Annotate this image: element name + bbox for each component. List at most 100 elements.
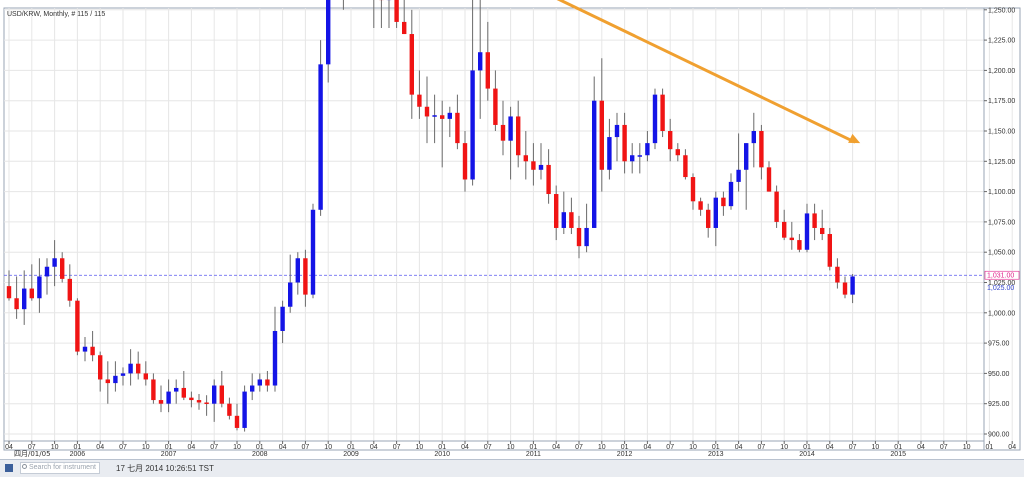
search-icon[interactable] [22,464,27,469]
x-tick-label: 07 [119,444,127,451]
candle-body [531,161,536,170]
candle-body [424,106,430,117]
candle-body [736,169,741,182]
candle-body [820,227,825,235]
candle-body [310,209,316,295]
y-tick-label: 1,225.00 [988,38,1015,45]
chart-area[interactable]: 900.00 925.00 950.00 975.00 1,000.00 1,025.00… [0,0,1024,477]
candle-body [204,402,209,404]
candle-body [447,112,452,119]
y-tick-label: 1,250.00 [988,7,1015,14]
x-tick-label: 10 [780,444,788,451]
x-tick-label: 07 [666,444,674,451]
candle-body [759,131,764,168]
current-price-label: 1,031.00 [987,273,1014,280]
candle-body [75,300,80,352]
x-tick-label: 04 [188,444,196,451]
candle-body [52,258,57,267]
candle-body [804,213,810,250]
y-tick-label: 975.00 [988,341,1010,348]
candle [242,385,247,432]
candle-body [827,234,832,267]
candle-body [751,131,756,144]
x-tick-label: 04 [370,444,378,451]
candlestick-chart[interactable]: 900.00 925.00 950.00 975.00 1,000.00 1,025.00… [0,0,1024,477]
candle-body [797,240,802,250]
candle-body [288,282,293,307]
candle-body [29,288,34,299]
x-tick-label: 01 [530,444,538,451]
candle [827,227,832,271]
x-year-label: 2010 [434,451,450,458]
candle-body [250,385,255,392]
x-tick-label: 07 [849,444,857,451]
candle-body [295,258,300,283]
candle-body [219,385,224,404]
candle-body [599,100,604,170]
candle-body [303,258,308,295]
candle-body [721,197,726,207]
x-tick-label: 10 [598,444,606,451]
candle-body [227,403,232,416]
x-tick-label: 01 [986,444,994,451]
candle-body [561,212,566,228]
candle-body [128,363,133,374]
candle-body [265,379,270,386]
panel-square-icon[interactable] [5,464,13,472]
x-tick-label: 01 [165,444,173,451]
candle-body [6,286,12,299]
candle-body [698,201,703,210]
candle-body [516,116,521,156]
candle-body [234,415,240,428]
candle-body [470,70,475,180]
candle [660,88,665,138]
candle-body [394,0,399,22]
candle-body [812,213,817,228]
candle-body [44,266,50,277]
x-tick-label: 04 [1008,444,1016,451]
candle-body [645,143,650,156]
candle-body [14,298,19,310]
x-tick-label: 07 [575,444,583,451]
candle-body [174,387,179,392]
y-tick-label: 1,100.00 [988,189,1015,196]
y-tick-label: 1,150.00 [988,129,1015,136]
candle-body [630,155,635,162]
x-year-label: 2008 [252,451,268,458]
x-tick-label: 01 [621,444,629,451]
y-tick-label: 1,050.00 [988,250,1015,257]
x-tick-label: 10 [233,444,241,451]
candle-body [22,288,27,310]
candle-body [90,346,95,356]
x-year-label: 2009 [343,451,359,458]
candle-body [158,400,164,404]
candle-body [706,209,711,228]
candle-body [136,363,141,374]
candle-body [189,397,194,401]
candle-body [326,0,331,65]
candle-body [181,387,186,398]
candle-body [789,237,794,241]
candle-body [766,167,772,192]
candle-body [120,373,126,376]
x-tick-label: 01 [347,444,355,451]
candle-body [143,373,148,380]
plot-background [3,7,1021,451]
candle-body [835,266,840,283]
y-tick-label: 900.00 [988,432,1010,439]
candle-body [683,155,688,178]
candle-body [660,94,665,131]
candle-body [440,115,445,119]
candle-body [713,197,718,228]
x-year-label: 2014 [799,451,815,458]
x-tick-label: 07 [484,444,492,451]
candle-body [98,355,103,380]
search-input[interactable]: Search for instrument [20,462,100,474]
candle-body [37,276,42,299]
candle-body [462,143,468,180]
candle-body [500,124,506,141]
candle-body [242,391,247,428]
candle-body [485,52,490,89]
candle-body [455,112,460,144]
x-tick-label: 01 [74,444,82,451]
